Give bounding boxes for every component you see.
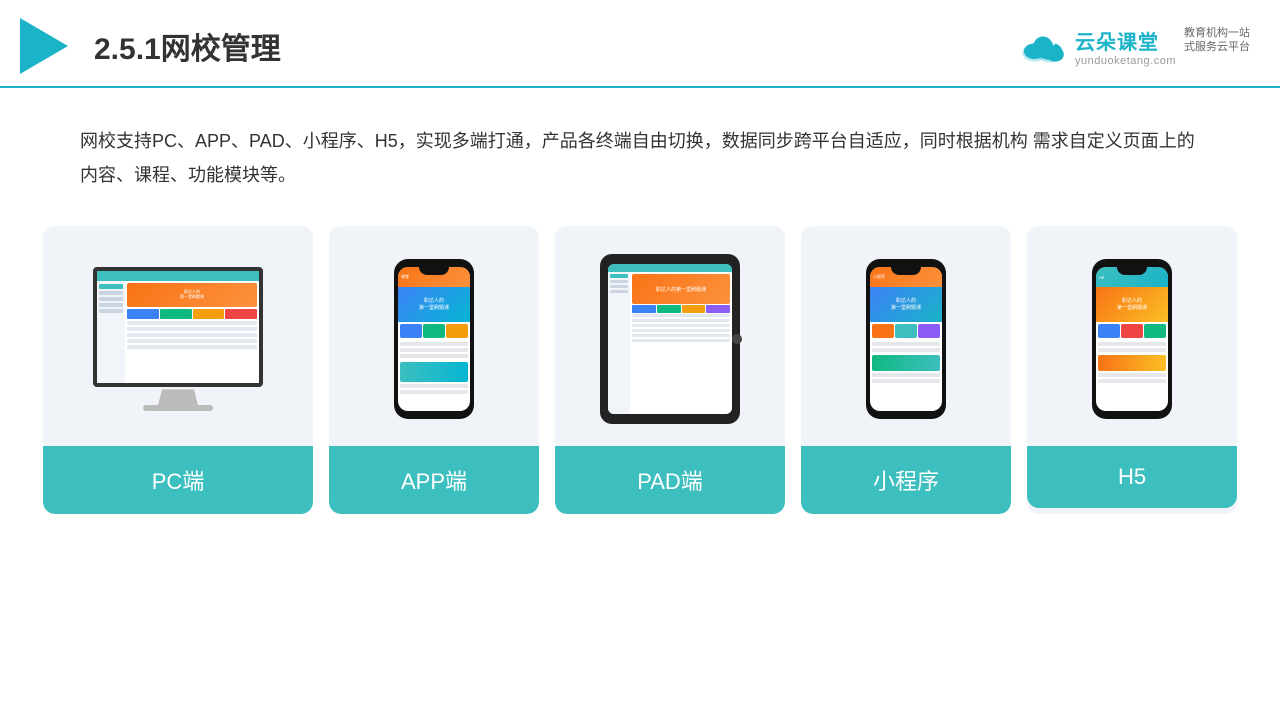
tablet-home-button	[732, 334, 742, 344]
card-h5-label: H5	[1027, 446, 1237, 508]
phone-notch-2	[891, 267, 921, 275]
monitor-stand	[158, 389, 198, 405]
play-icon	[20, 18, 68, 74]
cards-container: 职达人的第一堂刷题课	[0, 216, 1280, 514]
card-pad-image: 职达人的第一堂刷题课	[555, 226, 785, 446]
phone-screen-h5: H5 职达人的第一堂刷题课	[1096, 267, 1168, 411]
logo-name: 云朵课堂	[1075, 26, 1176, 55]
phone-device-h5: H5 职达人的第一堂刷题课	[1092, 259, 1172, 419]
monitor-device: 职达人的第一堂刷题课	[93, 267, 263, 411]
card-h5: H5 职达人的第一堂刷题课	[1027, 226, 1237, 514]
card-pad-label: PAD端	[555, 446, 785, 514]
phone-device-miniprogram: 小程序 职达人的第一堂刷题课	[866, 259, 946, 419]
phone-device-app: 课堂 职达人的第一堂刷题课	[394, 259, 474, 419]
phone-notch	[419, 267, 449, 275]
cloud-icon	[1017, 28, 1069, 64]
header-left: 2.5.1网校管理	[20, 18, 281, 74]
card-pc: 职达人的第一堂刷题课	[43, 226, 313, 514]
card-pc-label: PC端	[43, 446, 313, 514]
card-app: 课堂 职达人的第一堂刷题课	[329, 226, 539, 514]
card-app-image: 课堂 职达人的第一堂刷题课	[329, 226, 539, 446]
logo-area: 云朵课堂 yunduoketang.com 教育机构一站式服务云平台	[1017, 26, 1250, 67]
card-h5-image: H5 职达人的第一堂刷题课	[1027, 226, 1237, 446]
phone-screen-miniprogram: 小程序 职达人的第一堂刷题课	[870, 267, 942, 411]
monitor-screen: 职达人的第一堂刷题课	[93, 267, 263, 387]
tablet-device: 职达人的第一堂刷题课	[600, 254, 740, 424]
card-pc-image: 职达人的第一堂刷题课	[43, 226, 313, 446]
card-miniprogram: 小程序 职达人的第一堂刷题课	[801, 226, 1011, 514]
page-header: 2.5.1网校管理 云朵课堂 yunduoketang.com 教育机构一站式服…	[0, 0, 1280, 88]
phone-screen-app: 课堂 职达人的第一堂刷题课	[398, 267, 470, 411]
card-app-label: APP端	[329, 446, 539, 514]
logo-text: 云朵课堂 yunduoketang.com	[1075, 26, 1176, 67]
page-title: 2.5.1网校管理	[94, 24, 281, 68]
monitor-base	[143, 405, 213, 411]
tablet-screen: 职达人的第一堂刷题课	[608, 264, 732, 414]
phone-notch-3	[1117, 267, 1147, 275]
logo-url: yunduoketang.com	[1075, 55, 1176, 67]
logo-tagline: 教育机构一站式服务云平台	[1184, 26, 1250, 55]
card-pad: 职达人的第一堂刷题课	[555, 226, 785, 514]
description-text: 网校支持PC、APP、PAD、小程序、H5，实现多端打通，产品各终端自由切换，数…	[0, 88, 1280, 216]
card-miniprogram-image: 小程序 职达人的第一堂刷题课	[801, 226, 1011, 446]
logo-cloud: 云朵课堂 yunduoketang.com	[1017, 26, 1176, 67]
card-miniprogram-label: 小程序	[801, 446, 1011, 514]
